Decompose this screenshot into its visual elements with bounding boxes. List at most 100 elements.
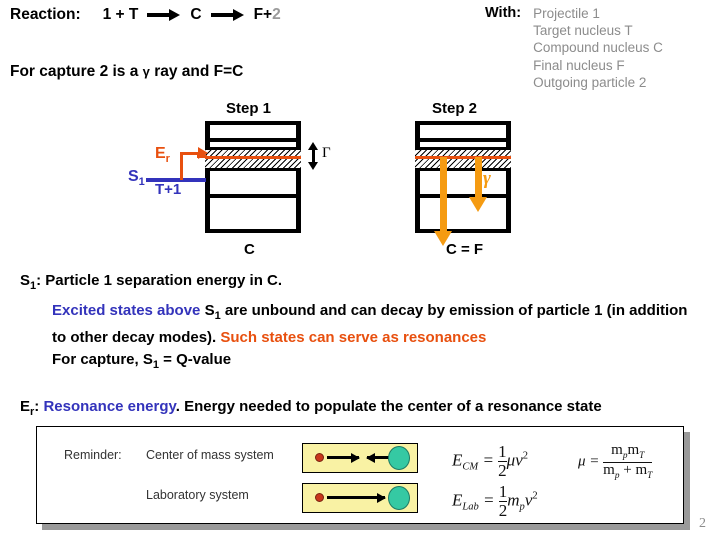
ecm-numerator: 1 [498, 442, 507, 461]
mu-denominator: mp + mT [603, 461, 653, 482]
reaction-line: Reaction: 1 + T C F+2 [10, 6, 281, 24]
width-double-arrow-icon [308, 142, 320, 170]
excited-orange-text: Such states can serve as resonances [220, 329, 487, 346]
step2-level-ground [415, 229, 511, 233]
capture-note-pre: For capture 2 is a [10, 63, 143, 80]
step2-gamma-label: γ [483, 168, 491, 189]
mu-lhs: μ [578, 453, 586, 470]
step2-resonance-band [415, 147, 511, 171]
level-width-label: Γ [322, 145, 331, 161]
s1-letter: S [128, 168, 139, 185]
target-arrow-cm [366, 453, 389, 463]
mu-den-plus: + [619, 461, 636, 478]
step2-level-1 [415, 138, 511, 142]
ecm-equals: = [478, 450, 499, 470]
target-nucleus-icon-cm [388, 446, 410, 470]
mu-equals: = [585, 453, 604, 470]
resonance-energy-paragraph: Er: Resonance energy. Energy needed to p… [20, 398, 602, 418]
reaction-term-compound: C [190, 6, 202, 23]
excited-blue-text: Excited states above [52, 302, 205, 319]
mu-den-mt: m [635, 461, 648, 478]
ecm-exponent: 2 [522, 450, 529, 462]
reaction-term-products: F+2 [254, 6, 281, 24]
center-of-mass-label: Center of mass system [146, 448, 274, 462]
step1-level-top [205, 121, 301, 125]
equation-elab: ELab = 1 2 mpv2 [452, 483, 538, 520]
with-item-final: Final nucleus F [533, 57, 625, 73]
er-subscript: r [165, 153, 170, 166]
elab-mass: m [507, 490, 520, 510]
mu-num-mt-sub: T [639, 451, 645, 461]
res-e-letter: E [20, 398, 31, 415]
projectile-arrow-lab [327, 493, 386, 503]
step2-resonance-line [415, 156, 511, 159]
equation-reduced-mass: μ = mpmT mp + mT [578, 442, 653, 482]
with-block: With: Projectile 1 Target nucleus T Comp… [485, 5, 663, 91]
target-nucleus-icon-lab [388, 486, 410, 510]
with-label: With: [485, 5, 522, 21]
ecm-lhs: E [452, 450, 463, 470]
ecm-half-fraction: 12 [498, 443, 507, 480]
gamma-symbol: γ [142, 64, 150, 79]
with-item-compound: Compound nucleus C [533, 40, 663, 56]
capture-note-post: ray and F=C [149, 63, 244, 80]
projectile-arrow-cm [327, 453, 360, 463]
er-arrow-riser [180, 152, 183, 180]
step1-level-1 [205, 138, 301, 142]
res-black-text: . Energy needed to populate the center o… [175, 398, 602, 415]
ecm-lhs-sub: CM [462, 461, 479, 473]
mu-num-mt: m [627, 442, 640, 458]
elab-equals: = [478, 490, 499, 510]
mu-fraction: mpmT mp + mT [603, 442, 653, 482]
page-number: 2 [699, 516, 706, 531]
target-plus-one-label: T+1 [155, 181, 182, 198]
excited-states-paragraph: Excited states above S1 are unbound and … [52, 300, 702, 348]
reminder-label: Reminder: [64, 448, 122, 462]
step1-resonance-line [205, 156, 301, 159]
elab-numerator: 1 [498, 482, 508, 501]
mu-numerator: mpmT [603, 442, 652, 462]
step2-level-2 [415, 194, 511, 198]
elab-lhs-sub: Lab [462, 501, 479, 513]
products-head: F+ [253, 6, 273, 23]
products-tail: 2 [272, 6, 281, 23]
step2-title: Step 2 [432, 100, 478, 117]
capture-q-post: = Q-value [158, 351, 232, 368]
step1-resonance-band [205, 147, 301, 171]
sep-s-letter: S [20, 272, 31, 289]
mu-den-mt-sub: T [647, 470, 653, 481]
with-items-list: Projectile 1 Target nucleus T Compound n… [533, 5, 663, 91]
equation-ecm: ECM = 1 2 μv2 [452, 443, 528, 480]
elab-half-fraction: 12 [498, 482, 508, 520]
excited-s-letter: S [204, 302, 215, 319]
sep-rest: : Particle 1 separation energy in C. [36, 272, 283, 289]
center-of-mass-diagram [302, 443, 418, 473]
elab-lhs: E [452, 490, 463, 510]
with-item-target: Target nucleus T [533, 23, 633, 39]
step2-level-top [415, 121, 511, 125]
with-item-outgoing: Outgoing particle 2 [533, 74, 647, 90]
step1-title: Step 1 [226, 100, 272, 117]
mu-den-mp: m [603, 461, 615, 478]
step1-level-diagram [205, 121, 301, 233]
er-letter: E [155, 145, 166, 162]
step1-level-2 [205, 194, 301, 198]
right-arrow-icon-1 [147, 8, 181, 22]
s1-subscript: 1 [138, 176, 145, 189]
step1-level-ground [205, 229, 301, 233]
with-item-projectile: Projectile 1 [533, 6, 600, 21]
step1-caption: C [244, 241, 255, 258]
ecm-denominator: 2 [498, 460, 507, 480]
separation-energy-line: S1: Particle 1 separation energy in C. [20, 272, 282, 292]
mu-num-mp: m [611, 442, 623, 458]
step2-level-diagram [415, 121, 511, 246]
elab-exponent: 2 [532, 490, 538, 502]
res-blue-text: Resonance energy [43, 398, 176, 415]
capture-q-value-line: For capture, S1 = Q-value [52, 351, 231, 371]
ecm-rhs: μv [506, 450, 523, 470]
step2-caption: C = F [446, 241, 484, 258]
reaction-label: Reaction: [10, 6, 81, 23]
reaction-term-reactants: 1 + T [102, 6, 139, 23]
resonance-line-left-nub [197, 155, 207, 158]
s1-label: S1 [128, 168, 145, 188]
